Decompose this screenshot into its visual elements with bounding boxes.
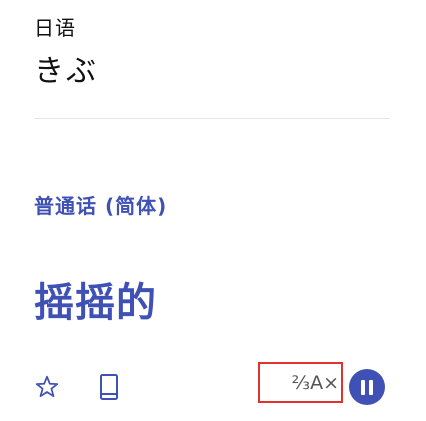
copy-icon[interactable]	[96, 372, 122, 402]
pause-icon	[361, 379, 365, 395]
translation-card: 日语 きぶ 普通话 (简体) 摇摇的 ⅔A×	[0, 0, 426, 421]
target-language-label: 普通话 (简体)	[34, 194, 168, 218]
target-text: 摇摇的	[34, 280, 157, 326]
font-size-button[interactable]: ⅔A×	[258, 362, 343, 403]
source-language-label: 日语	[34, 16, 76, 40]
divider	[34, 118, 390, 119]
pause-button[interactable]	[349, 369, 385, 405]
source-text: きぶ	[34, 54, 98, 89]
font-size-label: ⅔A×	[291, 372, 339, 394]
star-icon[interactable]	[34, 374, 60, 400]
